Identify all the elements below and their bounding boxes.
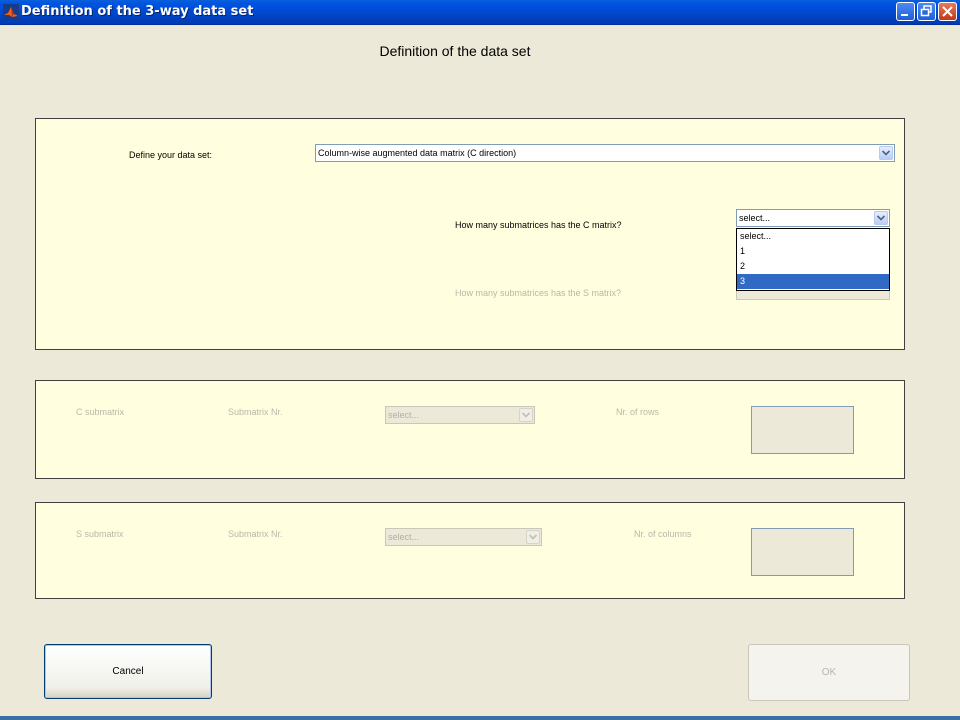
s-submatrix-nr-label: Submatrix Nr.: [228, 529, 283, 539]
c-submatrices-value: select...: [739, 213, 771, 223]
s-submatrix-label: S submatrix: [76, 529, 124, 539]
s-submatrices-question: How many submatrices has the S matrix?: [455, 288, 622, 298]
cancel-button[interactable]: Cancel: [44, 644, 212, 699]
chevron-down-icon[interactable]: [519, 408, 533, 422]
chevron-down-icon[interactable]: [879, 146, 893, 160]
maximize-icon: [920, 5, 932, 17]
taskbar-edge: [0, 716, 960, 720]
s-submatrix-nr-select[interactable]: select...: [385, 528, 542, 546]
nr-of-columns-label: Nr. of columns: [634, 529, 692, 539]
title-bar: Definition of the 3-way data set: [0, 0, 960, 25]
c-submatrix-label: C submatrix: [76, 407, 125, 417]
nr-of-rows-label: Nr. of rows: [616, 407, 660, 417]
dropdown-option[interactable]: select...: [737, 229, 889, 244]
window-title: Definition of the 3-way data set: [21, 4, 254, 19]
chevron-down-icon[interactable]: [874, 211, 888, 225]
ok-button[interactable]: OK: [748, 644, 910, 701]
page-title: Definition of the data set: [379, 43, 531, 59]
minimize-button[interactable]: [896, 2, 915, 21]
c-submatrix-nr-label: Submatrix Nr.: [228, 407, 283, 417]
chevron-down-icon[interactable]: [526, 530, 540, 544]
maximize-button[interactable]: [917, 2, 936, 21]
dropdown-option-selected[interactable]: 3: [737, 274, 889, 289]
define-data-set-label: Define your data set:: [129, 150, 213, 160]
c-submatrices-select[interactable]: select...: [736, 209, 890, 227]
matlab-icon: [3, 4, 19, 20]
nr-of-columns-input[interactable]: [751, 528, 854, 576]
dropdown-option[interactable]: 1: [737, 244, 889, 259]
close-icon: [942, 6, 953, 17]
c-submatrices-dropdown-list[interactable]: select... 1 2 3: [736, 228, 890, 291]
c-submatrices-question: How many submatrices has the C matrix?: [455, 220, 622, 230]
c-submatrix-nr-value: select...: [388, 410, 420, 420]
dropdown-option[interactable]: 2: [737, 259, 889, 274]
data-set-type-select[interactable]: Column-wise augmented data matrix (C dir…: [315, 144, 895, 162]
s-submatrix-nr-value: select...: [388, 532, 420, 542]
minimize-icon: [901, 14, 908, 16]
close-button[interactable]: [938, 2, 957, 21]
c-submatrix-nr-select[interactable]: select...: [385, 406, 535, 424]
nr-of-rows-input[interactable]: [751, 406, 854, 454]
data-set-type-value: Column-wise augmented data matrix (C dir…: [318, 148, 517, 158]
